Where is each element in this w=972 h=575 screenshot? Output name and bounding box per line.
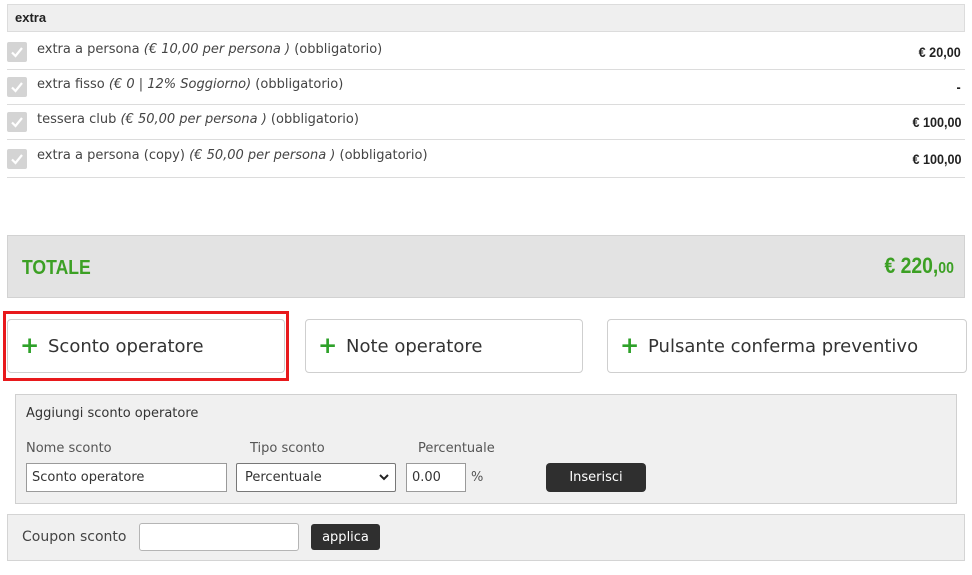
checkbox-checked-icon[interactable] <box>7 77 27 97</box>
extra-label: tessera club (€ 50,00 per persona ) (obb… <box>37 112 359 127</box>
conferma-preventivo-button[interactable]: + Pulsante conferma preventivo <box>607 319 967 373</box>
plus-icon: + <box>620 332 640 359</box>
sconto-operatore-button[interactable]: + Sconto operatore <box>7 319 285 373</box>
extra-required: (obbligatorio) <box>294 41 383 57</box>
extra-row: tessera club (€ 50,00 per persona ) (obb… <box>7 105 965 140</box>
plus-icon: + <box>318 332 338 359</box>
extra-label: extra fisso (€ 0 | 12% Soggiorno) (obbli… <box>37 77 343 92</box>
inserisci-button[interactable]: Inserisci <box>546 463 646 492</box>
coupon-bar: Coupon sconto applica <box>7 514 965 561</box>
discount-panel-title: Aggiungi sconto operatore <box>26 406 199 421</box>
extra-required: (obbligatorio) <box>339 148 428 163</box>
plus-icon: + <box>20 332 40 359</box>
extra-detail: (€ 50,00 per persona ) <box>120 111 267 127</box>
discount-panel: Aggiungi sconto operatore Nome sconto Ti… <box>15 394 957 504</box>
discount-percent-input[interactable] <box>406 463 466 492</box>
coupon-input[interactable] <box>139 523 299 551</box>
total-value-decimals: 00 <box>938 259 954 277</box>
extra-name: extra a persona <box>37 41 140 57</box>
discount-type-label: Tipo sconto <box>250 441 325 456</box>
extra-name: extra fisso <box>37 76 105 92</box>
discount-name-input[interactable] <box>26 463 227 492</box>
discount-type-value: Percentuale <box>245 470 322 485</box>
conferma-preventivo-label: Pulsante conferma preventivo <box>648 335 919 357</box>
extra-name: extra a persona (copy) <box>37 148 185 163</box>
extra-label: extra a persona (copy) (€ 50,00 per pers… <box>37 148 428 163</box>
checkbox-checked-icon[interactable] <box>7 112 27 132</box>
total-value: € 220,00 <box>885 253 954 279</box>
extra-price: € 100,00 <box>911 114 961 130</box>
extra-price: € 20,00 <box>918 44 961 60</box>
extra-detail: (€ 10,00 per persona ) <box>143 41 291 57</box>
extra-required: (obbligatorio) <box>270 111 359 127</box>
extra-price: € 100,00 <box>911 150 961 167</box>
coupon-label: Coupon sconto <box>22 529 127 545</box>
discount-name-label: Nome sconto <box>26 441 112 456</box>
extra-price: - <box>956 79 961 95</box>
checkbox-checked-icon[interactable] <box>7 148 27 169</box>
note-operatore-label: Note operatore <box>346 335 483 357</box>
extra-row: extra a persona (copy) (€ 50,00 per pers… <box>7 140 965 178</box>
note-operatore-button[interactable]: + Note operatore <box>305 319 583 373</box>
discount-percent-label: Percentuale <box>418 441 495 456</box>
extra-required: (obbligatorio) <box>255 76 344 92</box>
total-value-integer: € 220, <box>884 252 939 278</box>
extra-section-header: extra <box>7 4 965 32</box>
extra-row: extra fisso (€ 0 | 12% Soggiorno) (obbli… <box>7 70 965 105</box>
total-bar: TOTALE € 220,00 <box>7 235 965 298</box>
discount-type-select[interactable]: Percentuale <box>236 463 396 492</box>
extra-label: extra a persona (€ 10,00 per persona ) (… <box>37 42 382 57</box>
chevron-down-icon <box>378 471 390 483</box>
extra-row: extra a persona (€ 10,00 per persona ) (… <box>7 35 965 70</box>
percent-symbol: % <box>471 470 484 485</box>
total-label: TOTALE <box>22 257 91 279</box>
extra-name: tessera club <box>37 111 117 127</box>
sconto-operatore-label: Sconto operatore <box>48 335 204 357</box>
extra-detail: (€ 0 | 12% Soggiorno) <box>108 76 252 92</box>
checkbox-checked-icon[interactable] <box>7 42 27 62</box>
extra-detail: (€ 50,00 per persona ) <box>189 148 336 163</box>
applica-button[interactable]: applica <box>311 524 380 550</box>
